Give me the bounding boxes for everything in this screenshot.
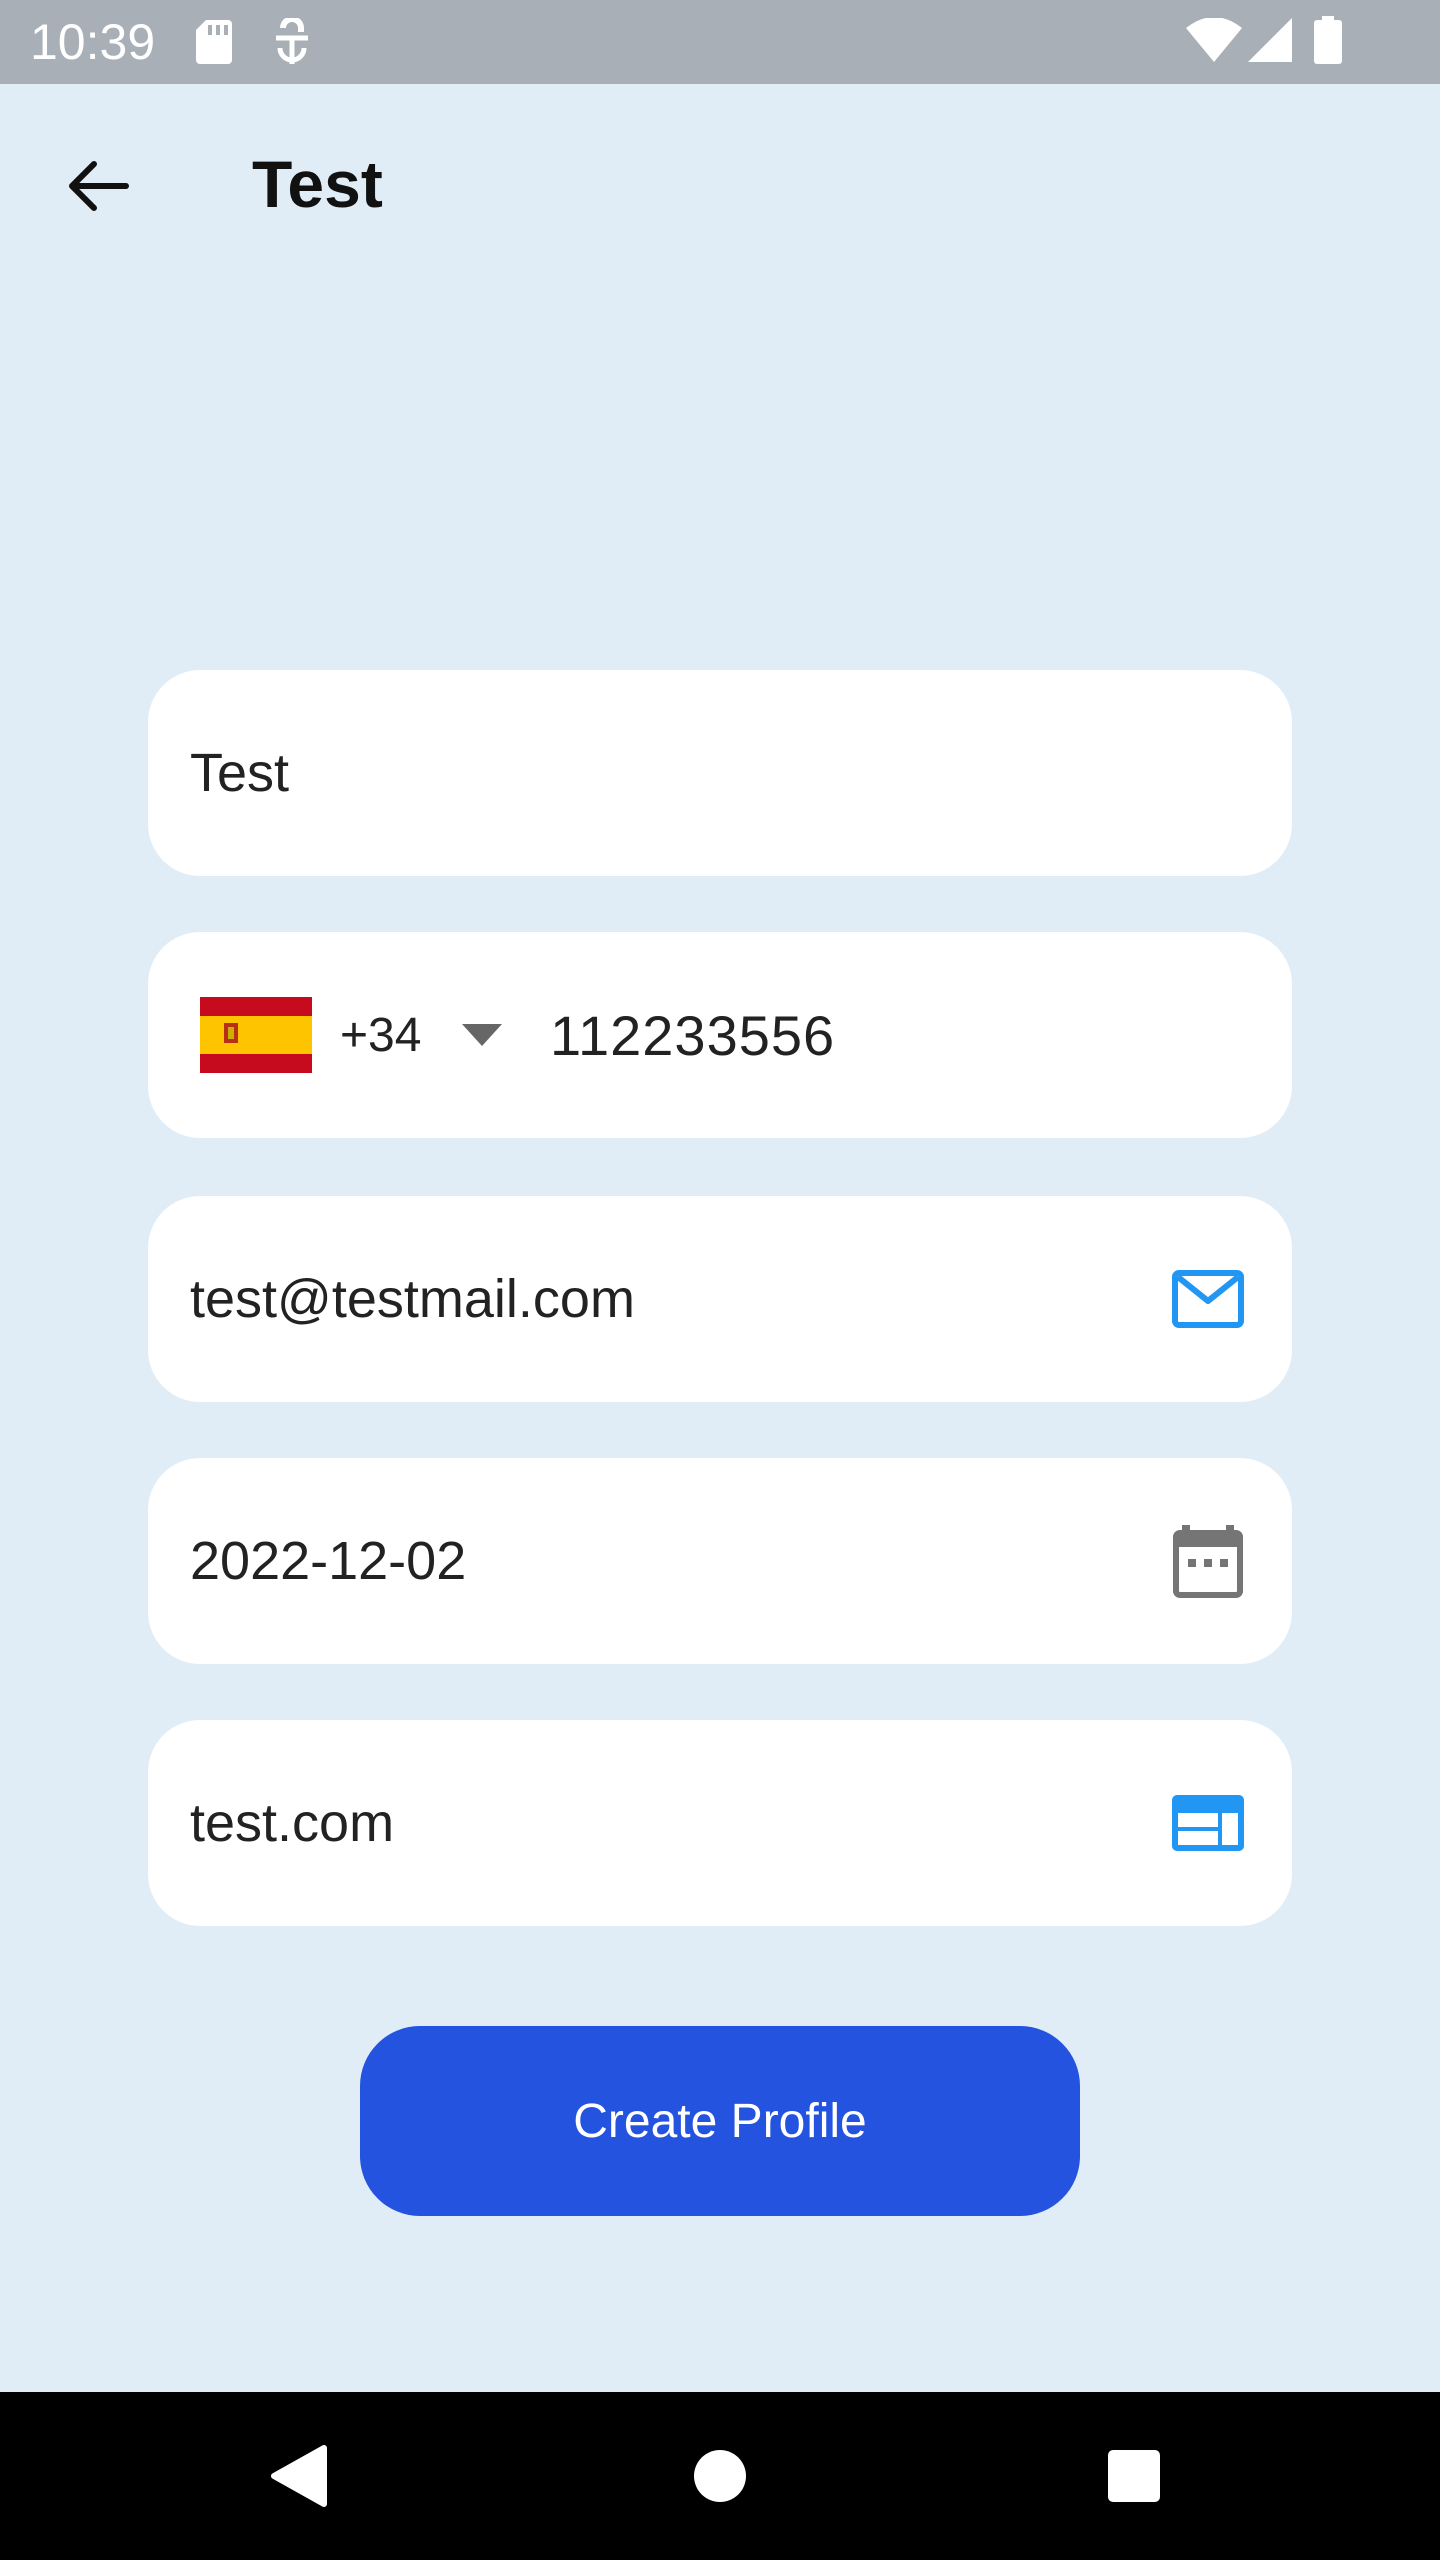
web-icon (1172, 1795, 1244, 1851)
website-field[interactable]: test.com (148, 1720, 1292, 1926)
status-time: 10:39 (30, 14, 156, 70)
nav-back-button[interactable] (240, 2416, 360, 2536)
calendar-icon[interactable] (1170, 1523, 1246, 1599)
dial-code: +34 (340, 1008, 422, 1062)
wifi-icon (1186, 18, 1242, 62)
sd-card-icon (196, 20, 232, 64)
date-field[interactable]: 2022-12-02 (148, 1458, 1292, 1664)
chevron-down-icon[interactable] (462, 1022, 502, 1048)
back-triangle-icon (271, 2445, 327, 2507)
cellular-signal-icon (1248, 18, 1292, 62)
name-field[interactable]: Test (148, 670, 1292, 876)
status-bar: 10:39 (0, 0, 1440, 84)
battery-icon (1314, 16, 1342, 64)
back-button[interactable] (48, 136, 148, 236)
phone-number-value: 112233556 (550, 1003, 836, 1067)
system-nav-bar (0, 2392, 1440, 2560)
mail-icon (1172, 1270, 1244, 1328)
arrow-left-icon (69, 161, 129, 211)
home-circle-icon (694, 2450, 746, 2502)
email-field[interactable]: test@testmail.com (148, 1196, 1292, 1402)
email-input-value: test@testmail.com (190, 1269, 635, 1329)
name-input-value: Test (190, 743, 290, 803)
create-profile-button[interactable]: Create Profile (360, 2026, 1080, 2216)
date-input-value: 2022-12-02 (190, 1531, 467, 1591)
app-bar: Test (0, 84, 1440, 284)
page-title: Test (252, 147, 383, 221)
website-input-value: test.com (190, 1793, 395, 1853)
nav-home-button[interactable] (660, 2416, 780, 2536)
nav-recents-button[interactable] (1074, 2416, 1194, 2536)
phone-field[interactable]: +34 112233556 (148, 932, 1292, 1138)
recents-square-icon (1108, 2450, 1160, 2502)
vpn-key-icon (276, 18, 308, 64)
